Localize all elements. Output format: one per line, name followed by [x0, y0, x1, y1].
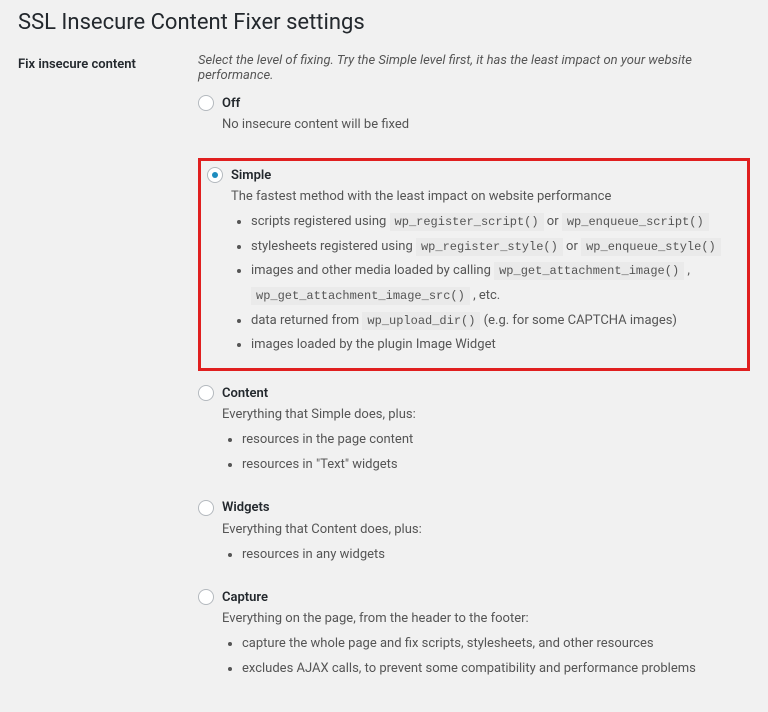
- option-content-list: resources in the page content resources …: [242, 428, 750, 477]
- code: wp_register_style(): [416, 238, 563, 256]
- list-item: resources in the page content: [242, 428, 750, 453]
- list-item: resources in "Text" widgets: [242, 453, 750, 478]
- options-wrapper: Select the level of fixing. Try the Simp…: [198, 53, 750, 702]
- intro-text: Select the level of fixing. Try the Simp…: [198, 53, 750, 83]
- text: (e.g. for some CAPTCHA images): [480, 313, 677, 328]
- list-item: capture the whole page and fix scripts, …: [242, 632, 750, 657]
- option-capture-list: capture the whole page and fix scripts, …: [242, 632, 750, 681]
- option-simple-list: scripts registered using wp_register_scr…: [251, 210, 739, 358]
- option-capture-label: Capture: [222, 590, 268, 605]
- radio-simple[interactable]: [207, 167, 223, 183]
- option-off-label: Off: [222, 96, 240, 111]
- code: wp_enqueue_style(): [581, 238, 721, 256]
- option-capture-head[interactable]: Capture: [198, 589, 750, 605]
- list-item: scripts registered using wp_register_scr…: [251, 210, 739, 235]
- option-widgets-label: Widgets: [222, 500, 270, 515]
- list-item: images and other media loaded by calling…: [251, 259, 739, 308]
- list-item: excludes AJAX calls, to prevent some com…: [242, 657, 750, 682]
- list-item: resources in any widgets: [242, 543, 750, 568]
- option-content-head[interactable]: Content: [198, 385, 750, 401]
- code: wp_get_attachment_image(): [494, 262, 684, 280]
- text: images and other media loaded by calling: [251, 263, 494, 278]
- code: wp_get_attachment_image_src(): [251, 287, 470, 305]
- code: wp_upload_dir(): [362, 312, 480, 330]
- option-simple-desc: The fastest method with the least impact…: [231, 189, 739, 204]
- option-off-desc: No insecure content will be fixed: [222, 117, 750, 132]
- text: scripts registered using: [251, 214, 390, 229]
- radio-content[interactable]: [198, 385, 214, 401]
- text: stylesheets registered using: [251, 239, 416, 254]
- option-widgets-list: resources in any widgets: [242, 543, 750, 568]
- radio-widgets[interactable]: [198, 500, 214, 516]
- page-title: SSL Insecure Content Fixer settings: [18, 10, 750, 35]
- option-widgets: Widgets Everything that Content does, pl…: [198, 498, 750, 574]
- section-label: Fix insecure content: [18, 53, 198, 702]
- text: or: [544, 214, 562, 229]
- option-capture: Capture Everything on the page, from the…: [198, 587, 750, 687]
- radio-capture[interactable]: [198, 589, 214, 605]
- option-simple-head[interactable]: Simple: [207, 167, 739, 183]
- code: wp_register_script(): [390, 213, 544, 231]
- radio-off[interactable]: [198, 95, 214, 111]
- text: ,: [684, 263, 690, 278]
- list-item: stylesheets registered using wp_register…: [251, 235, 739, 260]
- option-content-desc: Everything that Simple does, plus:: [222, 407, 750, 422]
- option-simple: Simple The fastest method with the least…: [198, 158, 750, 371]
- option-simple-label: Simple: [231, 168, 271, 183]
- list-item: data returned from wp_upload_dir() (e.g.…: [251, 309, 739, 334]
- text: , etc.: [470, 288, 500, 303]
- option-widgets-head[interactable]: Widgets: [198, 500, 750, 516]
- text: or: [563, 239, 581, 254]
- list-item: images loaded by the plugin Image Widget: [251, 333, 739, 358]
- option-off: Off No insecure content will be fixed: [198, 93, 750, 144]
- text: data returned from: [251, 313, 362, 328]
- option-content-label: Content: [222, 386, 268, 401]
- settings-form: Fix insecure content Select the level of…: [18, 53, 750, 702]
- option-content: Content Everything that Simple does, plu…: [198, 383, 750, 483]
- option-capture-desc: Everything on the page, from the header …: [222, 611, 750, 626]
- option-off-head[interactable]: Off: [198, 95, 750, 111]
- code: wp_enqueue_script(): [562, 213, 709, 231]
